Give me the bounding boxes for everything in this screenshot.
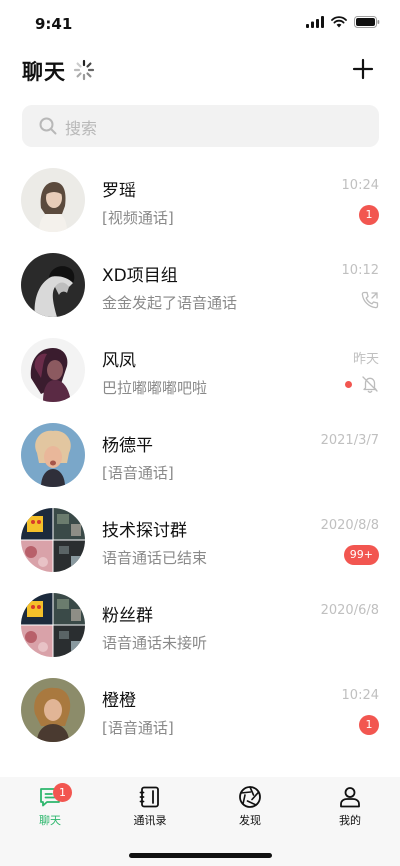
home-indicator: [129, 853, 272, 858]
tab-contacts[interactable]: 通讯录: [100, 777, 200, 837]
search-input[interactable]: 搜索: [22, 105, 379, 147]
tab-discover[interactable]: 发现: [200, 777, 300, 837]
unread-dot: [345, 381, 352, 388]
person-icon: [340, 787, 360, 808]
chat-time: 2021/3/7: [320, 433, 379, 448]
chat-preview: 语音通话已结束: [102, 549, 208, 567]
chat-name: 技术探讨群: [102, 521, 187, 541]
status-bar: 9:41: [0, 0, 400, 48]
tab-label: 我的: [339, 814, 361, 827]
avatar: [21, 168, 85, 232]
status-time: 9:41: [35, 15, 73, 33]
chat-time: 昨天: [352, 352, 379, 367]
avatar: [21, 678, 85, 742]
contacts-book-icon: [139, 786, 159, 808]
unread-badge: 1: [359, 715, 379, 735]
avatar: [21, 508, 85, 572]
phone-call-icon: [361, 291, 379, 309]
tab-label: 聊天: [39, 814, 61, 827]
tab-label: 通讯录: [133, 814, 167, 827]
chat-item[interactable]: 杨德平 [语音通话] 2021/3/7: [0, 413, 400, 498]
chat-preview: [视频通话]: [102, 209, 174, 227]
tab-chat[interactable]: 1 聊天: [0, 777, 100, 837]
chat-item[interactable]: 技术探讨群 语音通话已结束 2020/8/8 99+: [0, 498, 400, 583]
unread-badge: 1: [359, 205, 379, 225]
chat-name: XD项目组: [102, 266, 178, 286]
tab-label: 发现: [239, 814, 261, 827]
chat-time: 2020/8/8: [320, 518, 379, 533]
chat-time: 10:24: [341, 178, 379, 193]
chat-name: 粉丝群: [102, 606, 153, 626]
chat-name: 罗瑶: [102, 181, 136, 201]
battery-icon: [354, 16, 380, 28]
wifi-icon: [331, 16, 347, 28]
unread-badge: 99+: [343, 545, 379, 565]
add-button[interactable]: [350, 56, 376, 82]
chat-preview: 语音通话未接听: [102, 634, 208, 652]
signal-icon: [306, 16, 324, 28]
chat-preview: [语音通话]: [102, 464, 174, 482]
chat-item[interactable]: 橙橙 [语音通话] 10:24 1: [0, 668, 400, 753]
avatar: [21, 253, 85, 317]
chat-time: 10:12: [341, 263, 379, 278]
search-icon: [39, 117, 57, 135]
avatar: [21, 593, 85, 657]
chat-preview: [语音通话]: [102, 719, 174, 737]
chat-item[interactable]: 罗瑶 [视频通话] 10:24 1: [0, 158, 400, 243]
chat-name: 风凤: [102, 351, 136, 371]
search-placeholder: 搜索: [65, 119, 98, 138]
bell-muted-icon: [362, 376, 378, 393]
header: 聊天: [0, 48, 400, 96]
tab-me[interactable]: 我的: [300, 777, 400, 837]
avatar: [21, 423, 85, 487]
chat-time: 10:24: [341, 688, 379, 703]
chat-name: 杨德平: [102, 436, 153, 456]
page-title: 聊天: [22, 60, 66, 84]
aperture-icon: [239, 786, 261, 808]
chat-item[interactable]: 粉丝群 语音通话未接听 2020/6/8: [0, 583, 400, 668]
chat-preview: 巴拉嘟嘟嘟吧啦: [102, 379, 208, 397]
chat-preview: 金金发起了语音通话: [102, 294, 238, 312]
avatar: [21, 338, 85, 402]
loading-spinner-icon: [73, 59, 95, 81]
chat-name: 橙橙: [102, 691, 136, 711]
chat-item[interactable]: 风凤 巴拉嘟嘟嘟吧啦 昨天: [0, 328, 400, 413]
chat-item[interactable]: XD项目组 金金发起了语音通话 10:12: [0, 243, 400, 328]
chat-time: 2020/6/8: [320, 603, 379, 618]
tab-badge: 1: [53, 783, 72, 802]
status-icons: [306, 16, 380, 28]
